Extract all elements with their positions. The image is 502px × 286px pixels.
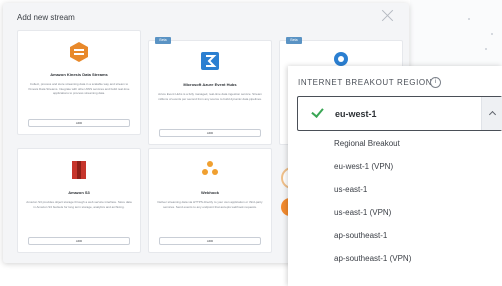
add-kinesis-button[interactable]: ADD bbox=[28, 119, 130, 127]
card-description: Amazon S3 provides object storage throug… bbox=[26, 200, 132, 209]
beta-badge: Beta bbox=[286, 37, 302, 44]
webhook-icon bbox=[202, 161, 218, 175]
stream-card-s3: Amazon S3 Amazon S3 provides object stor… bbox=[17, 148, 141, 253]
card-title: Amazon S3 bbox=[68, 190, 90, 195]
beta-badge: Beta bbox=[155, 37, 171, 44]
region-select[interactable]: eu-west-1 bbox=[297, 96, 502, 131]
s3-icon bbox=[72, 161, 86, 179]
background-dot bbox=[468, 18, 470, 20]
collapse-button[interactable] bbox=[481, 97, 502, 130]
stream-card-kinesis: Amazon Kinesis Data Streams Collect, pro… bbox=[17, 30, 141, 135]
close-icon[interactable] bbox=[380, 8, 395, 23]
info-icon[interactable]: i bbox=[430, 77, 441, 88]
add-event-hubs-button[interactable]: ADD bbox=[159, 129, 261, 137]
region-option[interactable]: Regional Breakout bbox=[288, 132, 502, 155]
region-label: INTERNET BREAKOUT REGION bbox=[298, 78, 433, 87]
check-icon bbox=[312, 105, 324, 117]
card-description: Collect, process and store streaming dat… bbox=[28, 82, 130, 95]
add-webhook-button[interactable]: ADD bbox=[159, 237, 261, 245]
background-dot bbox=[491, 33, 493, 35]
background-dot bbox=[485, 48, 487, 50]
card-title: Amazon Kinesis Data Streams bbox=[50, 72, 108, 77]
region-option[interactable]: us-east-1 (VPN) bbox=[288, 201, 502, 224]
region-option[interactable]: us-east-1 bbox=[288, 178, 502, 201]
modal-title: Add new stream bbox=[17, 13, 75, 22]
stream-service-icon bbox=[334, 52, 348, 66]
selected-region: eu-west-1 bbox=[335, 109, 377, 119]
internet-breakout-region-dropdown: INTERNET BREAKOUT REGION i eu-west-1 Reg… bbox=[288, 66, 502, 286]
chevron-up-icon bbox=[488, 110, 497, 119]
region-option[interactable]: ap-southeast-1 bbox=[288, 224, 502, 247]
event-hubs-icon bbox=[201, 52, 219, 70]
region-option[interactable]: ap-southeast-1 (VPN) bbox=[288, 247, 502, 270]
card-description: Deliver streaming data via HTTPS directl… bbox=[157, 200, 263, 209]
region-option[interactable]: eu-west-1 (VPN) bbox=[288, 155, 502, 178]
card-title: Microsoft Azure Event Hubs bbox=[183, 82, 237, 87]
card-title: Webhook bbox=[201, 190, 219, 195]
add-s3-button[interactable]: ADD bbox=[28, 237, 130, 245]
stream-card-event-hubs: Beta Microsoft Azure Event Hubs Azure Ev… bbox=[148, 37, 272, 145]
card-description: Azure Event Hubs is a fully managed, rea… bbox=[158, 92, 262, 101]
stream-card-webhook: Webhook Deliver streaming data via HTTPS… bbox=[148, 148, 272, 253]
kinesis-icon bbox=[70, 42, 88, 62]
